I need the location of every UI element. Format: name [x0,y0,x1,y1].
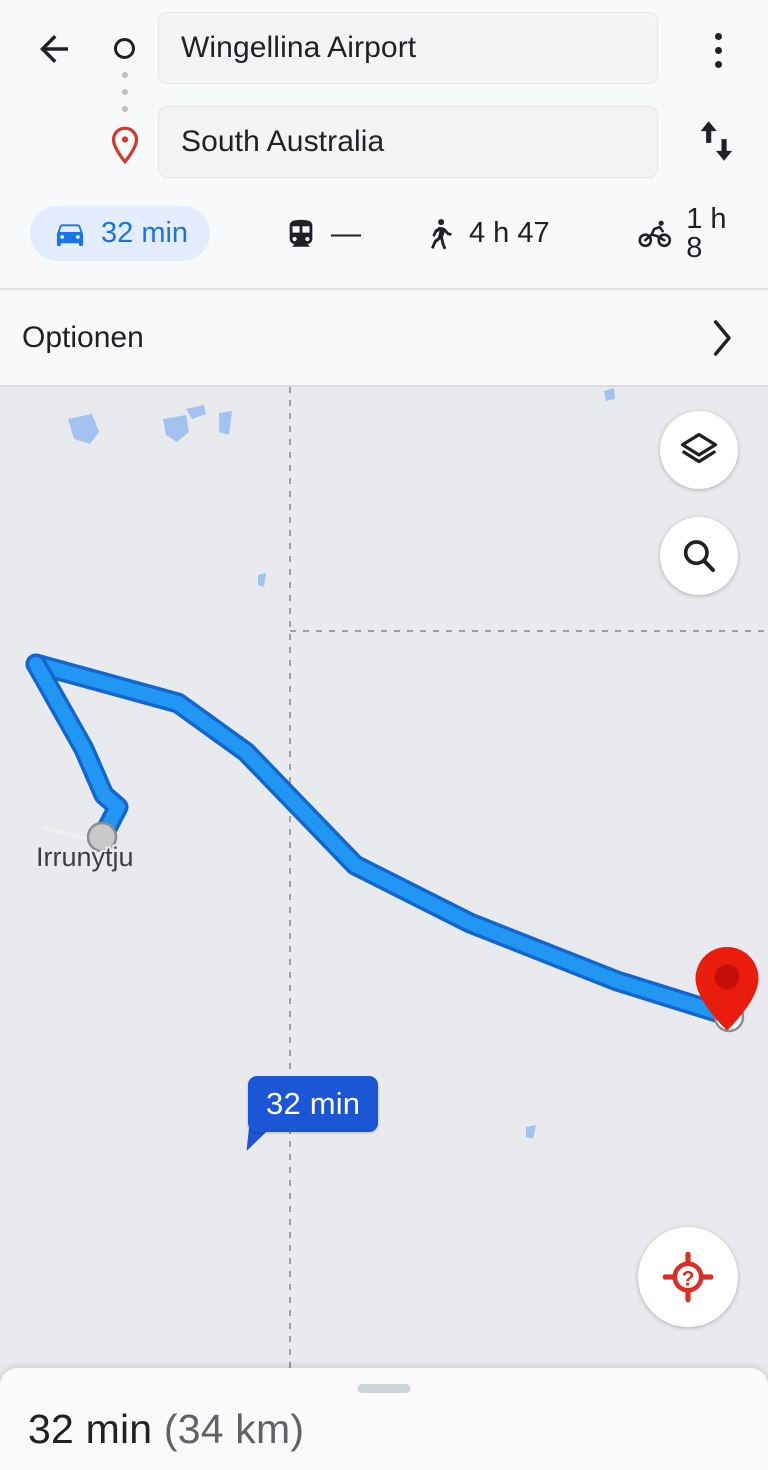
origin-circle-icon [114,38,135,59]
water-bodies [68,388,615,1139]
options-label: Optionen [22,320,144,354]
maps-directions-screen: Wingellina Airport South Australia 32 mi… [0,0,768,1470]
tab-walking-label: 4 h 47 [469,217,550,249]
route-connector-dots [122,72,128,120]
walk-icon [431,218,452,249]
search-icon [683,540,715,572]
bicycle-icon [638,220,672,247]
back-button[interactable] [30,25,78,73]
back-arrow-icon [40,35,68,63]
sheet-drag-handle[interactable] [357,1384,411,1393]
tab-transit-label: — [331,216,361,250]
location-unknown-icon: ? [662,1251,714,1303]
header-divider [0,288,768,290]
layers-icon [680,432,718,464]
travel-mode-tabs: 32 min — 4 h 47 1 h 8 [0,200,768,275]
overflow-menu-button[interactable] [690,22,746,78]
route-polyline [25,653,737,1026]
swap-vertical-icon [700,121,733,161]
route-summary-text: 32 min (34 km) [28,1406,304,1453]
tab-cycling-label: 1 h 8 [686,202,727,264]
chevron-right-icon [700,316,744,360]
swap-endpoints-button[interactable] [688,110,744,172]
car-icon [56,223,84,246]
route-distance: (34 km) [152,1406,305,1452]
more-vertical-icon [714,46,722,54]
directions-header: Wingellina Airport South Australia 32 mi… [0,0,768,288]
origin-marker [86,821,118,853]
options-row[interactable]: Optionen [0,289,768,386]
tab-transit[interactable]: — [262,206,383,261]
destination-input[interactable]: South Australia [158,106,658,178]
more-vertical-icon [714,32,722,40]
tab-driving[interactable]: 32 min [30,206,211,261]
tab-walking[interactable]: 4 h 47 [400,206,572,261]
map-layers-button[interactable] [660,411,738,489]
destination-pin-icon [111,126,139,164]
options-divider [0,385,768,387]
more-vertical-icon [714,60,722,68]
train-icon [289,219,313,247]
origin-input[interactable]: Wingellina Airport [158,12,658,84]
svg-text:?: ? [682,1267,695,1290]
tab-driving-label: 32 min [101,217,189,249]
map-canvas[interactable]: Irrunytju 32 min ? [0,387,768,1470]
my-location-button[interactable]: ? [638,1227,738,1327]
route-summary-sheet[interactable]: 32 min (34 km) [0,1368,768,1470]
map-search-button[interactable] [660,517,738,595]
eta-badge[interactable]: 32 min [248,1076,379,1132]
tab-cycling[interactable]: 1 h 8 [616,202,768,264]
route-duration: 32 min [28,1406,153,1452]
endpoint-indicator-column [106,28,146,168]
